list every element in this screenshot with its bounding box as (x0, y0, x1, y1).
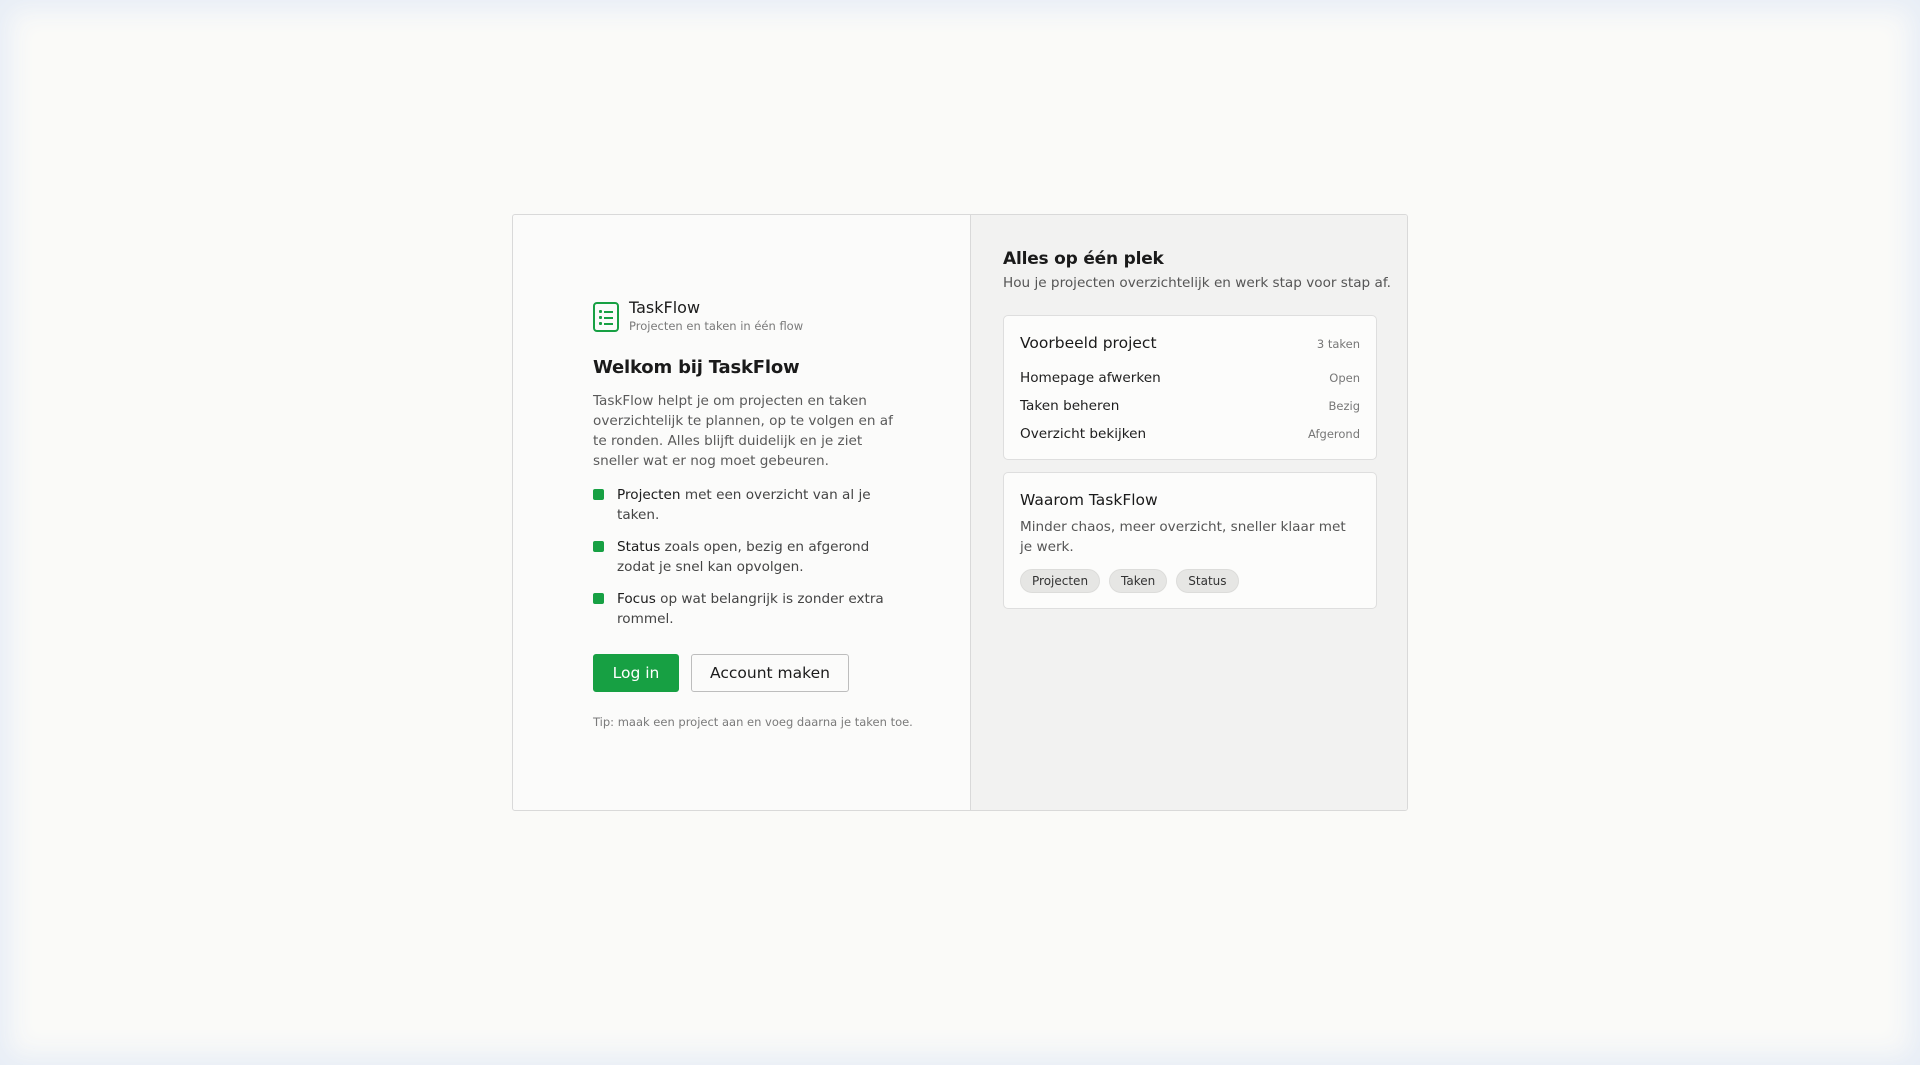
task-count: 3 taken (1316, 337, 1360, 351)
feature-keyword: Status (617, 539, 661, 555)
feature-item: Status zoals open, bezig en afgerond zod… (593, 537, 893, 577)
why-title: Waarom TaskFlow (1020, 491, 1158, 509)
feature-keyword: Focus (617, 591, 656, 607)
tag-list: Projecten Taken Status (1020, 569, 1239, 593)
feature-item: Focus op wat belangrijk is zonder extra … (593, 589, 893, 629)
info-subtitle: Hou je projecten overzichtelijk en werk … (1003, 275, 1391, 291)
tip-text: Tip: maak een project aan en voeg daarna… (593, 715, 913, 729)
feature-keyword: Projecten (617, 487, 681, 503)
welcome-card: TaskFlow Projecten en taken in één flow … (512, 214, 1408, 811)
task-name: Homepage afwerken (1020, 370, 1161, 386)
tag-taken: Taken (1109, 569, 1168, 593)
task-list-icon (593, 302, 619, 332)
feature-list: Projecten met een overzicht van al je ta… (593, 485, 913, 641)
info-panel: Alles op één plek Hou je projecten overz… (971, 215, 1407, 810)
welcome-title: Welkom bij TaskFlow (593, 357, 800, 378)
create-account-button[interactable]: Account maken (691, 654, 849, 692)
welcome-panel: TaskFlow Projecten en taken in één flow … (513, 215, 971, 810)
tag-projecten: Projecten (1020, 569, 1101, 593)
task-status: Open (1329, 371, 1360, 385)
task-name: Overzicht bekijken (1020, 426, 1147, 442)
welcome-description: TaskFlow helpt je om projecten en taken … (593, 393, 893, 469)
task-status: Afgerond (1308, 427, 1360, 441)
example-project-card: Voorbeeld project 3 taken Homepage afwer… (1003, 315, 1377, 460)
task-status: Bezig (1328, 399, 1361, 413)
bullet-icon (593, 489, 604, 500)
task-name: Taken beheren (1020, 398, 1120, 414)
why-description: Minder chaos, meer overzicht, sneller kl… (1020, 519, 1346, 555)
tag-status: Status (1176, 569, 1239, 593)
task-row: Homepage afwerken Open (1020, 370, 1360, 386)
project-title: Voorbeeld project (1020, 334, 1157, 352)
bullet-icon (593, 541, 604, 552)
info-title: Alles op één plek (1003, 249, 1164, 269)
why-taskflow-card: Waarom TaskFlow Minder chaos, meer overz… (1003, 472, 1377, 609)
auth-actions: Log in Account maken (593, 654, 849, 692)
brand: TaskFlow Projecten en taken in één flow (593, 297, 803, 333)
brand-name: TaskFlow (629, 298, 701, 317)
feature-item: Projecten met een overzicht van al je ta… (593, 485, 893, 525)
brand-tagline: Projecten en taken in één flow (629, 319, 804, 333)
task-row: Overzicht bekijken Afgerond (1020, 426, 1360, 442)
bullet-icon (593, 593, 604, 604)
feature-text: op wat belangrijk is zonder extra rommel… (617, 591, 884, 627)
login-button[interactable]: Log in (593, 654, 679, 692)
task-row: Taken beheren Bezig (1020, 398, 1360, 414)
